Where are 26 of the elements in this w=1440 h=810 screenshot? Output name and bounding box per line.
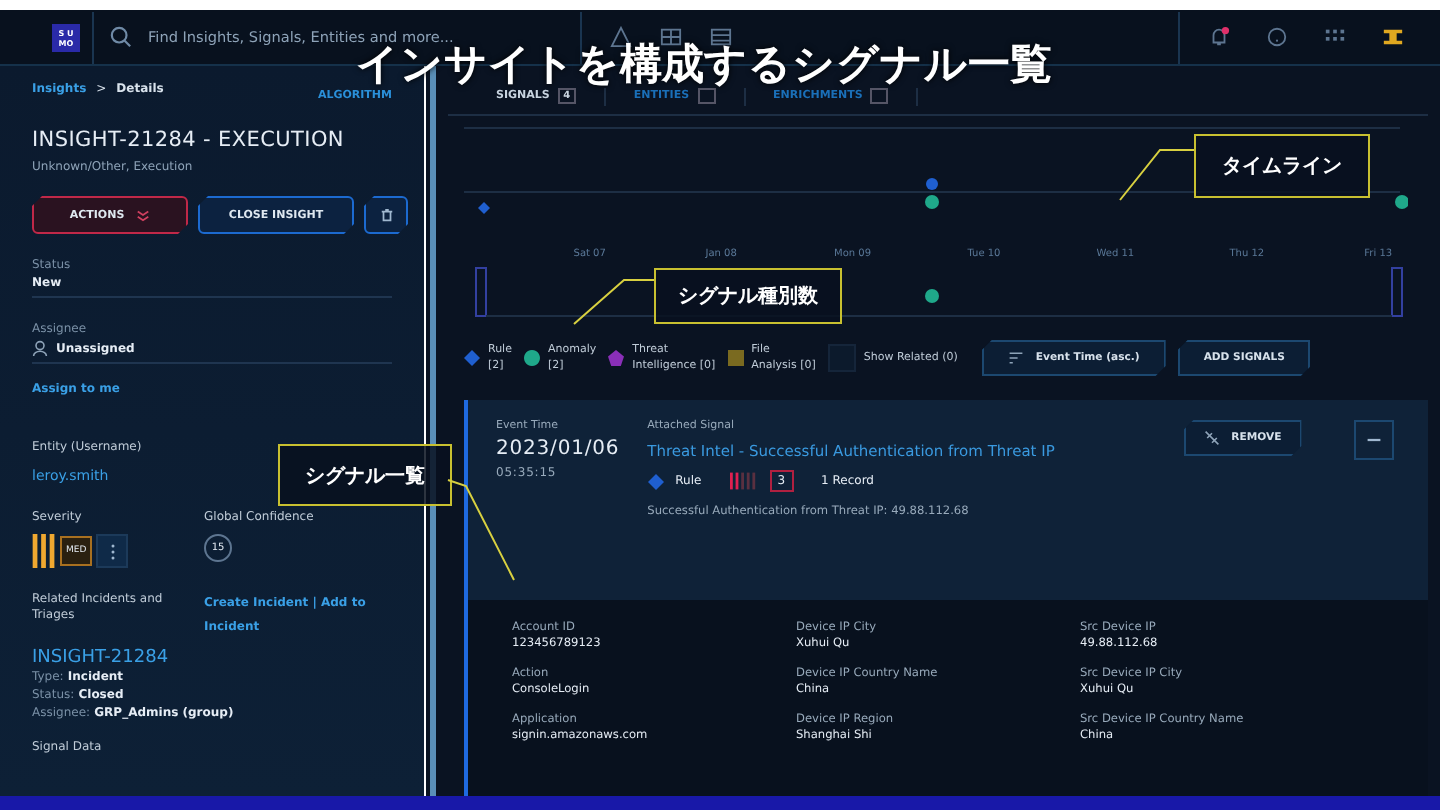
help-icon[interactable]	[1266, 26, 1288, 48]
callout-label: シグナル一覧	[278, 444, 452, 506]
kebab-icon	[109, 541, 116, 561]
user-icon	[32, 340, 48, 356]
incident-link[interactable]: INSIGHT-21284	[32, 648, 169, 668]
callout-label: タイムライン	[1194, 134, 1370, 198]
more-button[interactable]	[96, 534, 129, 568]
rule-diamond-icon	[647, 473, 664, 489]
search-icon	[110, 26, 132, 48]
delete-button[interactable]	[364, 196, 408, 234]
insight-title: INSIGHT-21284 - EXECUTION	[32, 128, 344, 152]
leader-line	[447, 479, 515, 581]
table-icon[interactable]	[710, 26, 732, 48]
trash-icon	[379, 208, 393, 222]
leader-line	[1119, 149, 1195, 201]
sort-icon	[1007, 350, 1024, 366]
bell-icon[interactable]	[1208, 26, 1230, 48]
unlink-icon	[1203, 430, 1220, 446]
event-date: 2023/01/06	[496, 438, 620, 460]
chevron-down-icon	[136, 208, 151, 222]
callout-label: シグナル種別数	[654, 268, 842, 324]
user-badge-icon[interactable]	[1382, 26, 1404, 48]
severity-bars-icon	[729, 470, 758, 492]
leader-line	[573, 279, 655, 325]
severity-bars-icon	[32, 534, 56, 568]
checkbox[interactable]	[827, 344, 856, 372]
